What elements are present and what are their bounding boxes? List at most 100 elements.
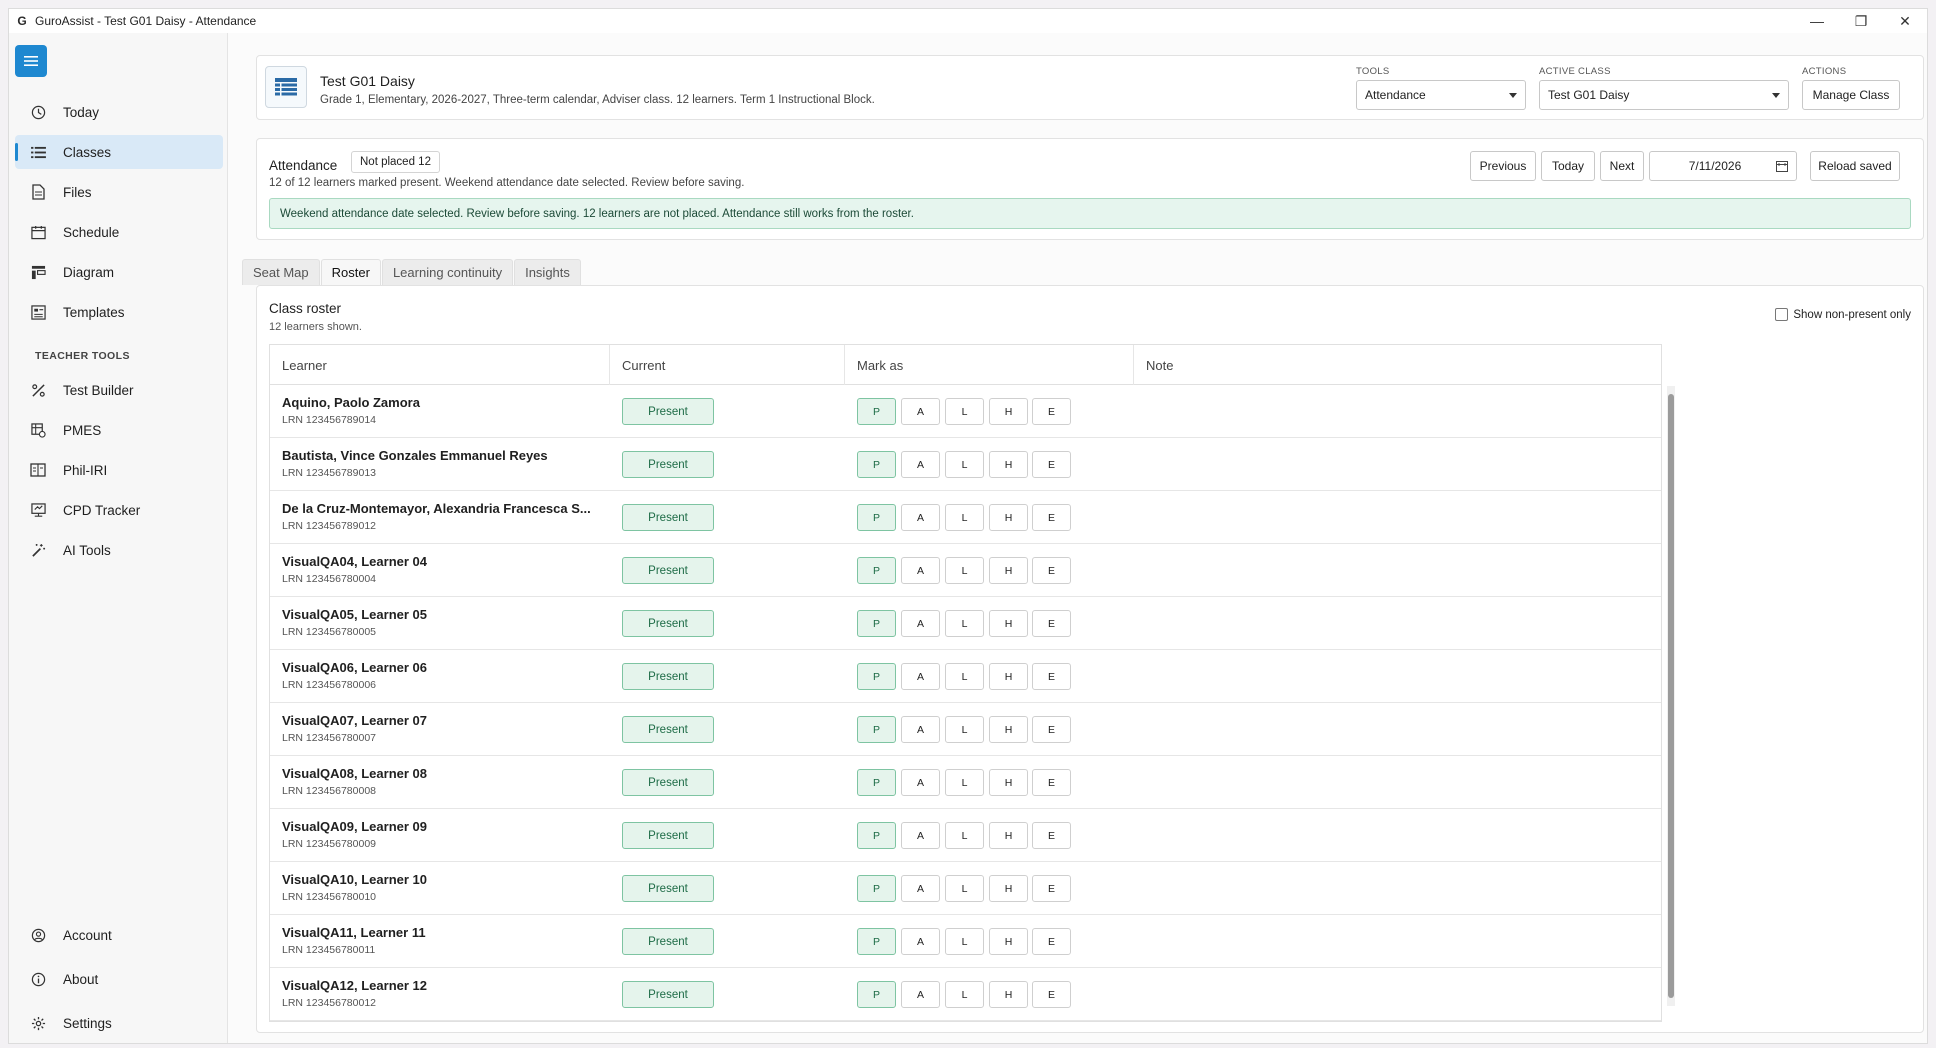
active-class-select[interactable]: Test G01 Daisy — [1539, 80, 1789, 110]
mark-l-button[interactable]: L — [945, 398, 984, 425]
scrollbar-thumb[interactable] — [1668, 394, 1674, 998]
note-cell[interactable] — [1134, 491, 1661, 543]
mark-l-button[interactable]: L — [945, 875, 984, 902]
mark-a-button[interactable]: A — [901, 822, 940, 849]
reload-saved-button[interactable]: Reload saved — [1810, 151, 1900, 181]
mark-a-button[interactable]: A — [901, 981, 940, 1008]
mark-p-button[interactable]: P — [857, 716, 896, 743]
sidebar-item-settings[interactable]: Settings — [15, 1006, 223, 1040]
note-cell[interactable] — [1134, 385, 1661, 437]
mark-l-button[interactable]: L — [945, 822, 984, 849]
mark-a-button[interactable]: A — [901, 398, 940, 425]
sidebar-item-files[interactable]: Files — [15, 175, 223, 209]
mark-a-button[interactable]: A — [901, 610, 940, 637]
mark-h-button[interactable]: H — [989, 610, 1028, 637]
mark-p-button[interactable]: P — [857, 928, 896, 955]
tab-seat-map[interactable]: Seat Map — [242, 259, 320, 285]
today-button[interactable]: Today — [1541, 151, 1595, 181]
sidebar-item-phil-iri[interactable]: Phil-IRI — [15, 453, 223, 487]
sidebar-item-schedule[interactable]: Schedule — [15, 215, 223, 249]
show-non-present-toggle[interactable]: Show non-present only — [1775, 308, 1911, 321]
mark-p-button[interactable]: P — [857, 610, 896, 637]
mark-e-button[interactable]: E — [1032, 822, 1071, 849]
date-picker[interactable]: 7/11/2026 — [1649, 151, 1797, 181]
mark-a-button[interactable]: A — [901, 769, 940, 796]
manage-class-button[interactable]: Manage Class — [1802, 80, 1900, 110]
mark-a-button[interactable]: A — [901, 451, 940, 478]
mark-l-button[interactable]: L — [945, 928, 984, 955]
mark-p-button[interactable]: P — [857, 981, 896, 1008]
mark-p-button[interactable]: P — [857, 451, 896, 478]
checkbox[interactable] — [1775, 308, 1789, 321]
mark-l-button[interactable]: L — [945, 769, 984, 796]
mark-h-button[interactable]: H — [989, 769, 1028, 796]
mark-l-button[interactable]: L — [945, 663, 984, 690]
mark-e-button[interactable]: E — [1032, 504, 1071, 531]
mark-h-button[interactable]: H — [989, 928, 1028, 955]
tools-select[interactable]: Attendance — [1356, 80, 1526, 110]
mark-l-button[interactable]: L — [945, 451, 984, 478]
sidebar-item-templates[interactable]: Templates — [15, 295, 223, 329]
maximize-button[interactable]: ❐ — [1839, 9, 1883, 33]
mark-p-button[interactable]: P — [857, 398, 896, 425]
sidebar-item-account[interactable]: Account — [15, 918, 223, 952]
note-cell[interactable] — [1134, 809, 1661, 861]
note-cell[interactable] — [1134, 438, 1661, 490]
mark-e-button[interactable]: E — [1032, 769, 1071, 796]
sidebar-item-cpd-tracker[interactable]: CPD Tracker — [15, 493, 223, 527]
mark-h-button[interactable]: H — [989, 557, 1028, 584]
mark-e-button[interactable]: E — [1032, 398, 1071, 425]
mark-h-button[interactable]: H — [989, 981, 1028, 1008]
tab-insights[interactable]: Insights — [514, 259, 581, 285]
mark-e-button[interactable]: E — [1032, 610, 1071, 637]
sidebar-item-test-builder[interactable]: Test Builder — [15, 373, 223, 407]
sidebar-item-pmes[interactable]: PMES — [15, 413, 223, 447]
mark-e-button[interactable]: E — [1032, 928, 1071, 955]
mark-l-button[interactable]: L — [945, 504, 984, 531]
mark-e-button[interactable]: E — [1032, 981, 1071, 1008]
mark-h-button[interactable]: H — [989, 451, 1028, 478]
mark-h-button[interactable]: H — [989, 663, 1028, 690]
mark-a-button[interactable]: A — [901, 504, 940, 531]
mark-e-button[interactable]: E — [1032, 557, 1071, 584]
note-cell[interactable] — [1134, 915, 1661, 967]
mark-l-button[interactable]: L — [945, 981, 984, 1008]
sidebar-item-ai-tools[interactable]: AI Tools — [15, 533, 223, 567]
note-cell[interactable] — [1134, 862, 1661, 914]
mark-e-button[interactable]: E — [1032, 663, 1071, 690]
mark-e-button[interactable]: E — [1032, 875, 1071, 902]
mark-p-button[interactable]: P — [857, 822, 896, 849]
sidebar-item-today[interactable]: Today — [15, 95, 223, 129]
previous-button[interactable]: Previous — [1470, 151, 1536, 181]
mark-a-button[interactable]: A — [901, 875, 940, 902]
mark-h-button[interactable]: H — [989, 875, 1028, 902]
note-cell[interactable] — [1134, 968, 1661, 1020]
mark-h-button[interactable]: H — [989, 822, 1028, 849]
mark-a-button[interactable]: A — [901, 663, 940, 690]
note-cell[interactable] — [1134, 756, 1661, 808]
note-cell[interactable] — [1134, 703, 1661, 755]
mark-l-button[interactable]: L — [945, 557, 984, 584]
mark-h-button[interactable]: H — [989, 398, 1028, 425]
close-button[interactable]: ✕ — [1883, 9, 1927, 33]
tab-learning-continuity[interactable]: Learning continuity — [381, 259, 514, 285]
mark-e-button[interactable]: E — [1032, 451, 1071, 478]
mark-p-button[interactable]: P — [857, 504, 896, 531]
mark-l-button[interactable]: L — [945, 716, 984, 743]
note-cell[interactable] — [1134, 544, 1661, 596]
mark-e-button[interactable]: E — [1032, 716, 1071, 743]
mark-p-button[interactable]: P — [857, 875, 896, 902]
mark-p-button[interactable]: P — [857, 557, 896, 584]
sidebar-item-diagram[interactable]: Diagram — [15, 255, 223, 289]
note-cell[interactable] — [1134, 597, 1661, 649]
mark-p-button[interactable]: P — [857, 769, 896, 796]
mark-p-button[interactable]: P — [857, 663, 896, 690]
tab-roster[interactable]: Roster — [320, 259, 381, 285]
mark-a-button[interactable]: A — [901, 716, 940, 743]
mark-h-button[interactable]: H — [989, 716, 1028, 743]
hamburger-menu-button[interactable] — [15, 45, 47, 77]
roster-scrollbar[interactable] — [1667, 386, 1675, 1006]
note-cell[interactable] — [1134, 650, 1661, 702]
mark-l-button[interactable]: L — [945, 610, 984, 637]
sidebar-item-about[interactable]: About — [15, 962, 223, 996]
